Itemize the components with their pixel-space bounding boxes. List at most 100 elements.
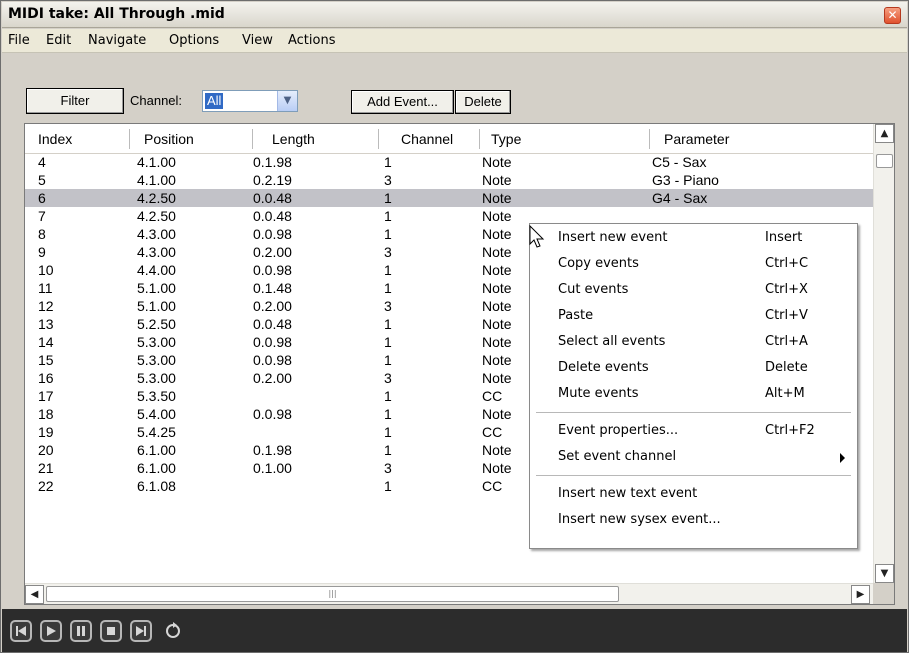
- cell-type: Note: [482, 370, 512, 386]
- context-menu-item-shortcut: Ctrl+X: [765, 282, 808, 297]
- column-divider[interactable]: [649, 129, 650, 149]
- cell-position: 4.1.00: [137, 172, 176, 188]
- column-header-type[interactable]: Type: [491, 131, 521, 147]
- context-menu-item[interactable]: Copy events Ctrl+C: [530, 252, 857, 278]
- stop-icon[interactable]: [100, 620, 122, 642]
- cell-position: 5.4.00: [137, 406, 176, 422]
- context-menu-item[interactable]: Event properties... Ctrl+F2: [530, 419, 857, 445]
- cell-position: 6.1.00: [137, 442, 176, 458]
- context-menu-item-label: Insert new text event: [558, 486, 698, 501]
- filter-button[interactable]: Filter: [26, 88, 124, 114]
- mouse-cursor-icon: [529, 225, 545, 248]
- cell-index: 17: [38, 388, 54, 404]
- skip-forward-icon[interactable]: [130, 620, 152, 642]
- cell-type: Note: [482, 280, 512, 296]
- hscroll-thumb[interactable]: |||: [46, 586, 619, 602]
- cell-length: 0.2.19: [253, 172, 292, 188]
- table-row[interactable]: 6 4.2.50 0.0.48 1 Note G4 - Sax: [25, 189, 873, 207]
- play-icon[interactable]: [40, 620, 62, 642]
- cell-channel: 3: [384, 244, 392, 260]
- column-header-parameter[interactable]: Parameter: [664, 131, 729, 147]
- scroll-up-icon[interactable]: ▲: [875, 124, 894, 143]
- column-divider[interactable]: [378, 129, 379, 149]
- context-menu-item[interactable]: Delete events Delete: [530, 356, 857, 382]
- loop-icon[interactable]: [162, 620, 184, 642]
- cell-position: 4.1.00: [137, 154, 176, 170]
- column-header-position[interactable]: Position: [144, 131, 194, 147]
- context-menu-item[interactable]: Insert new text event: [530, 482, 857, 508]
- list-header: Index Position Length Channel Type Param…: [25, 124, 873, 154]
- cell-channel: 1: [384, 316, 392, 332]
- table-row[interactable]: 4 4.1.00 0.1.98 1 Note C5 - Sax: [25, 153, 873, 171]
- context-menu-item[interactable]: Set event channel: [530, 445, 857, 471]
- cell-index: 15: [38, 352, 54, 368]
- cell-index: 22: [38, 478, 54, 494]
- menu-separator: [536, 412, 851, 413]
- close-icon[interactable]: ✕: [884, 7, 901, 24]
- cell-type: CC: [482, 478, 503, 494]
- column-divider[interactable]: [479, 129, 480, 149]
- scroll-corner: [873, 583, 894, 604]
- context-menu-item-shortcut: Ctrl+V: [765, 308, 808, 323]
- context-menu-item-label: Copy events: [558, 256, 639, 271]
- context-menu-item-label: Mute events: [558, 386, 639, 401]
- column-header-length[interactable]: Length: [272, 131, 315, 147]
- cell-index: 12: [38, 298, 54, 314]
- cell-channel: 1: [384, 424, 392, 440]
- cell-channel: 3: [384, 370, 392, 386]
- cell-type: Note: [482, 172, 512, 188]
- cell-length: 0.1.98: [253, 442, 292, 458]
- column-divider[interactable]: [252, 129, 253, 149]
- menu-separator: [536, 475, 851, 476]
- cell-length: 0.0.48: [253, 316, 292, 332]
- skip-back-icon[interactable]: [10, 620, 32, 642]
- cell-index: 21: [38, 460, 54, 476]
- menu-navigate[interactable]: Navigate: [88, 33, 146, 48]
- delete-button[interactable]: Delete: [455, 90, 511, 114]
- menu-view[interactable]: View: [242, 33, 273, 48]
- vertical-scrollbar[interactable]: ▲ ▼: [873, 124, 894, 584]
- add-event-button[interactable]: Add Event...: [351, 90, 454, 114]
- column-divider[interactable]: [129, 129, 130, 149]
- menu-file[interactable]: File: [8, 33, 30, 48]
- cell-position: 4.2.50: [137, 208, 176, 224]
- cell-length: 0.0.98: [253, 262, 292, 278]
- scroll-left-icon[interactable]: ◀: [25, 585, 44, 604]
- cell-parameter: C5 - Sax: [652, 154, 707, 170]
- cell-type: Note: [482, 262, 512, 278]
- column-header-channel[interactable]: Channel: [401, 131, 453, 147]
- cell-channel: 1: [384, 226, 392, 242]
- context-menu-item[interactable]: Insert new event Insert: [530, 226, 857, 252]
- context-menu-item-label: Insert new event: [558, 230, 668, 245]
- menu-edit[interactable]: Edit: [46, 33, 71, 48]
- cell-position: 5.3.50: [137, 388, 176, 404]
- column-header-index[interactable]: Index: [38, 131, 72, 147]
- cell-channel: 1: [384, 208, 392, 224]
- scroll-thumb[interactable]: [876, 154, 893, 168]
- context-menu-item-label: Select all events: [558, 334, 666, 349]
- cell-length: 0.1.48: [253, 280, 292, 296]
- context-menu-item[interactable]: Select all events Ctrl+A: [530, 330, 857, 356]
- cell-channel: 1: [384, 352, 392, 368]
- cell-position: 4.2.50: [137, 190, 176, 206]
- cell-parameter: G3 - Piano: [652, 172, 719, 188]
- cell-index: 16: [38, 370, 54, 386]
- context-menu-item[interactable]: Paste Ctrl+V: [530, 304, 857, 330]
- pause-icon[interactable]: [70, 620, 92, 642]
- context-menu-item-label: Paste: [558, 308, 594, 323]
- cell-channel: 1: [384, 280, 392, 296]
- context-menu-item[interactable]: Mute events Alt+M: [530, 382, 857, 408]
- menu-actions[interactable]: Actions: [288, 33, 336, 48]
- cell-type: Note: [482, 190, 512, 206]
- window-title: MIDI take: All Through .mid: [8, 6, 225, 22]
- scroll-down-icon[interactable]: ▼: [875, 564, 894, 583]
- table-row[interactable]: 5 4.1.00 0.2.19 3 Note G3 - Piano: [25, 171, 873, 189]
- horizontal-scrollbar[interactable]: ◀ ||| ▶: [25, 583, 873, 604]
- menu-options[interactable]: Options: [169, 33, 219, 48]
- channel-select[interactable]: All ▼: [202, 90, 298, 112]
- cell-length: 0.2.00: [253, 244, 292, 260]
- context-menu-item[interactable]: Insert new sysex event...: [530, 508, 857, 534]
- scroll-right-icon[interactable]: ▶: [851, 585, 870, 604]
- context-menu-item[interactable]: Cut events Ctrl+X: [530, 278, 857, 304]
- chevron-down-icon[interactable]: ▼: [277, 91, 297, 111]
